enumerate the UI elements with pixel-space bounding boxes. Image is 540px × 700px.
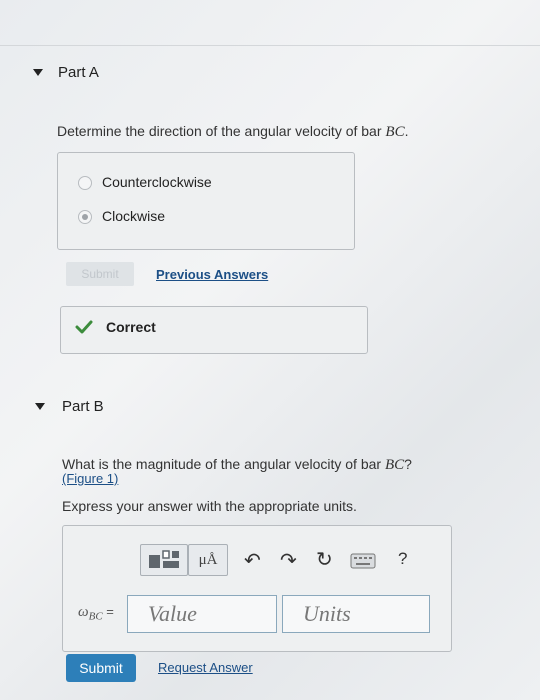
answer-label-equals: = bbox=[102, 604, 114, 619]
part-a-question-variable: BC bbox=[385, 124, 405, 140]
reset-icon[interactable]: ↻ bbox=[316, 547, 333, 572]
option-clockwise[interactable]: Clockwise bbox=[78, 208, 278, 226]
check-icon bbox=[75, 320, 93, 334]
part-b-question-end: ? bbox=[404, 456, 412, 472]
part-b-question-text: What is the magnitude of the angular vel… bbox=[62, 456, 385, 472]
redo-icon[interactable]: ↷ bbox=[280, 548, 297, 573]
option-counterclockwise[interactable]: Counterclockwise bbox=[78, 174, 278, 192]
correct-feedback-text: Correct bbox=[106, 319, 156, 335]
part-b-submit-button[interactable]: Submit bbox=[66, 654, 136, 682]
radio-clockwise[interactable] bbox=[78, 210, 92, 224]
radio-counterclockwise[interactable] bbox=[78, 176, 92, 190]
option-clockwise-label: Clockwise bbox=[102, 208, 166, 224]
part-b-collapse-caret-icon[interactable] bbox=[35, 403, 45, 410]
help-icon[interactable]: ? bbox=[398, 549, 407, 569]
part-b-title: Part B bbox=[62, 398, 104, 415]
undo-icon[interactable]: ↶ bbox=[244, 548, 261, 573]
part-a-collapse-caret-icon[interactable] bbox=[33, 69, 43, 76]
units-input[interactable]: Units bbox=[282, 595, 430, 633]
option-counterclockwise-label: Counterclockwise bbox=[102, 174, 212, 190]
part-a-options-box bbox=[57, 152, 355, 250]
part-a-question-end: . bbox=[404, 123, 409, 139]
answer-label: ωBC = bbox=[78, 604, 114, 623]
part-a-submit-button[interactable]: Submit bbox=[66, 262, 134, 286]
previous-answers-link[interactable]: Previous Answers bbox=[156, 267, 268, 282]
part-a-title: Part A bbox=[58, 64, 99, 81]
omega-subscript: BC bbox=[88, 610, 103, 623]
templates-icon bbox=[149, 550, 179, 568]
figure-1-link[interactable]: (Figure 1) bbox=[62, 471, 118, 486]
templates-button[interactable] bbox=[140, 544, 188, 576]
top-divider bbox=[0, 45, 540, 46]
part-a-question: Determine the direction of the angular v… bbox=[57, 123, 408, 141]
request-answer-link[interactable]: Request Answer bbox=[158, 660, 253, 675]
part-b-question-variable: BC bbox=[384, 457, 405, 473]
omega-symbol: ω bbox=[78, 604, 89, 620]
part-a-question-text: Determine the direction of the angular v… bbox=[57, 123, 386, 139]
units-button[interactable]: μÅ bbox=[188, 544, 228, 576]
keyboard-icon[interactable] bbox=[350, 553, 376, 569]
part-b-instruction: Express your answer with the appropriate… bbox=[62, 498, 357, 514]
value-input[interactable]: Value bbox=[127, 595, 277, 633]
